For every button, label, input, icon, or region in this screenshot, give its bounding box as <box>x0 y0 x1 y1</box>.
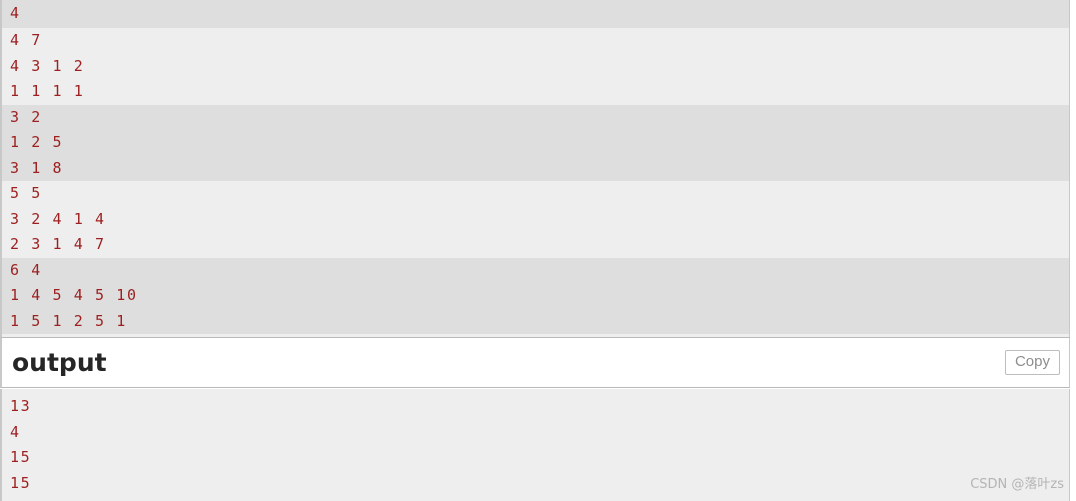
copy-button[interactable]: Copy <box>1004 349 1060 376</box>
csdn-watermark: CSDN @落叶zs <box>970 477 1064 492</box>
output-title: output <box>12 348 107 377</box>
output-panel[interactable]: 13 4 15 15 <box>0 389 1070 501</box>
output-line: 15 <box>10 448 32 466</box>
output-line: 13 <box>10 397 32 415</box>
code-line: 4 7 <box>10 31 42 49</box>
code-line: 6 4 <box>10 260 42 279</box>
code-line: 2 3 1 4 7 <box>10 235 106 253</box>
output-section-header: output Copy <box>0 337 1070 388</box>
testcase-group: 4 <box>2 0 1069 28</box>
code-line: 4 <box>10 4 21 22</box>
testcase-group: 3 2 1 2 5 3 1 8 <box>2 104 1069 181</box>
code-line: 5 5 <box>10 184 42 202</box>
testcase-group: 5 5 3 2 4 1 4 2 3 1 4 7 <box>2 181 1069 258</box>
input-code-body[interactable]: 4 4 7 4 3 1 2 1 1 1 1 3 2 1 2 5 3 1 8 5 5 3 2 4 … <box>2 0 1069 334</box>
output-code-body[interactable]: 13 4 15 15 <box>2 394 1069 496</box>
output-line: 15 <box>10 473 32 492</box>
code-io-viewer: 4 4 7 4 3 1 2 1 1 1 1 3 2 1 2 5 3 1 8 5 5 3 2 4 … <box>0 0 1076 501</box>
code-line: 1 4 5 4 5 10 <box>10 286 138 304</box>
testcase-group: 6 4 1 4 5 4 5 10 1 5 1 2 5 1 <box>2 257 1069 334</box>
code-line: 3 1 8 <box>10 158 64 177</box>
code-line: 1 2 5 <box>10 133 64 151</box>
input-panel[interactable]: 4 4 7 4 3 1 2 1 1 1 1 3 2 1 2 5 3 1 8 5 5 3 2 4 … <box>0 0 1070 337</box>
testcase-group: 4 7 4 3 1 2 1 1 1 1 <box>2 28 1069 105</box>
code-line: 3 2 <box>10 107 42 126</box>
code-line: 1 1 1 1 <box>10 82 85 100</box>
code-line: 3 2 4 1 4 <box>10 209 106 228</box>
code-line: 4 3 1 2 <box>10 56 85 75</box>
code-line: 1 5 1 2 5 1 <box>10 311 127 330</box>
output-line: 4 <box>10 422 21 441</box>
